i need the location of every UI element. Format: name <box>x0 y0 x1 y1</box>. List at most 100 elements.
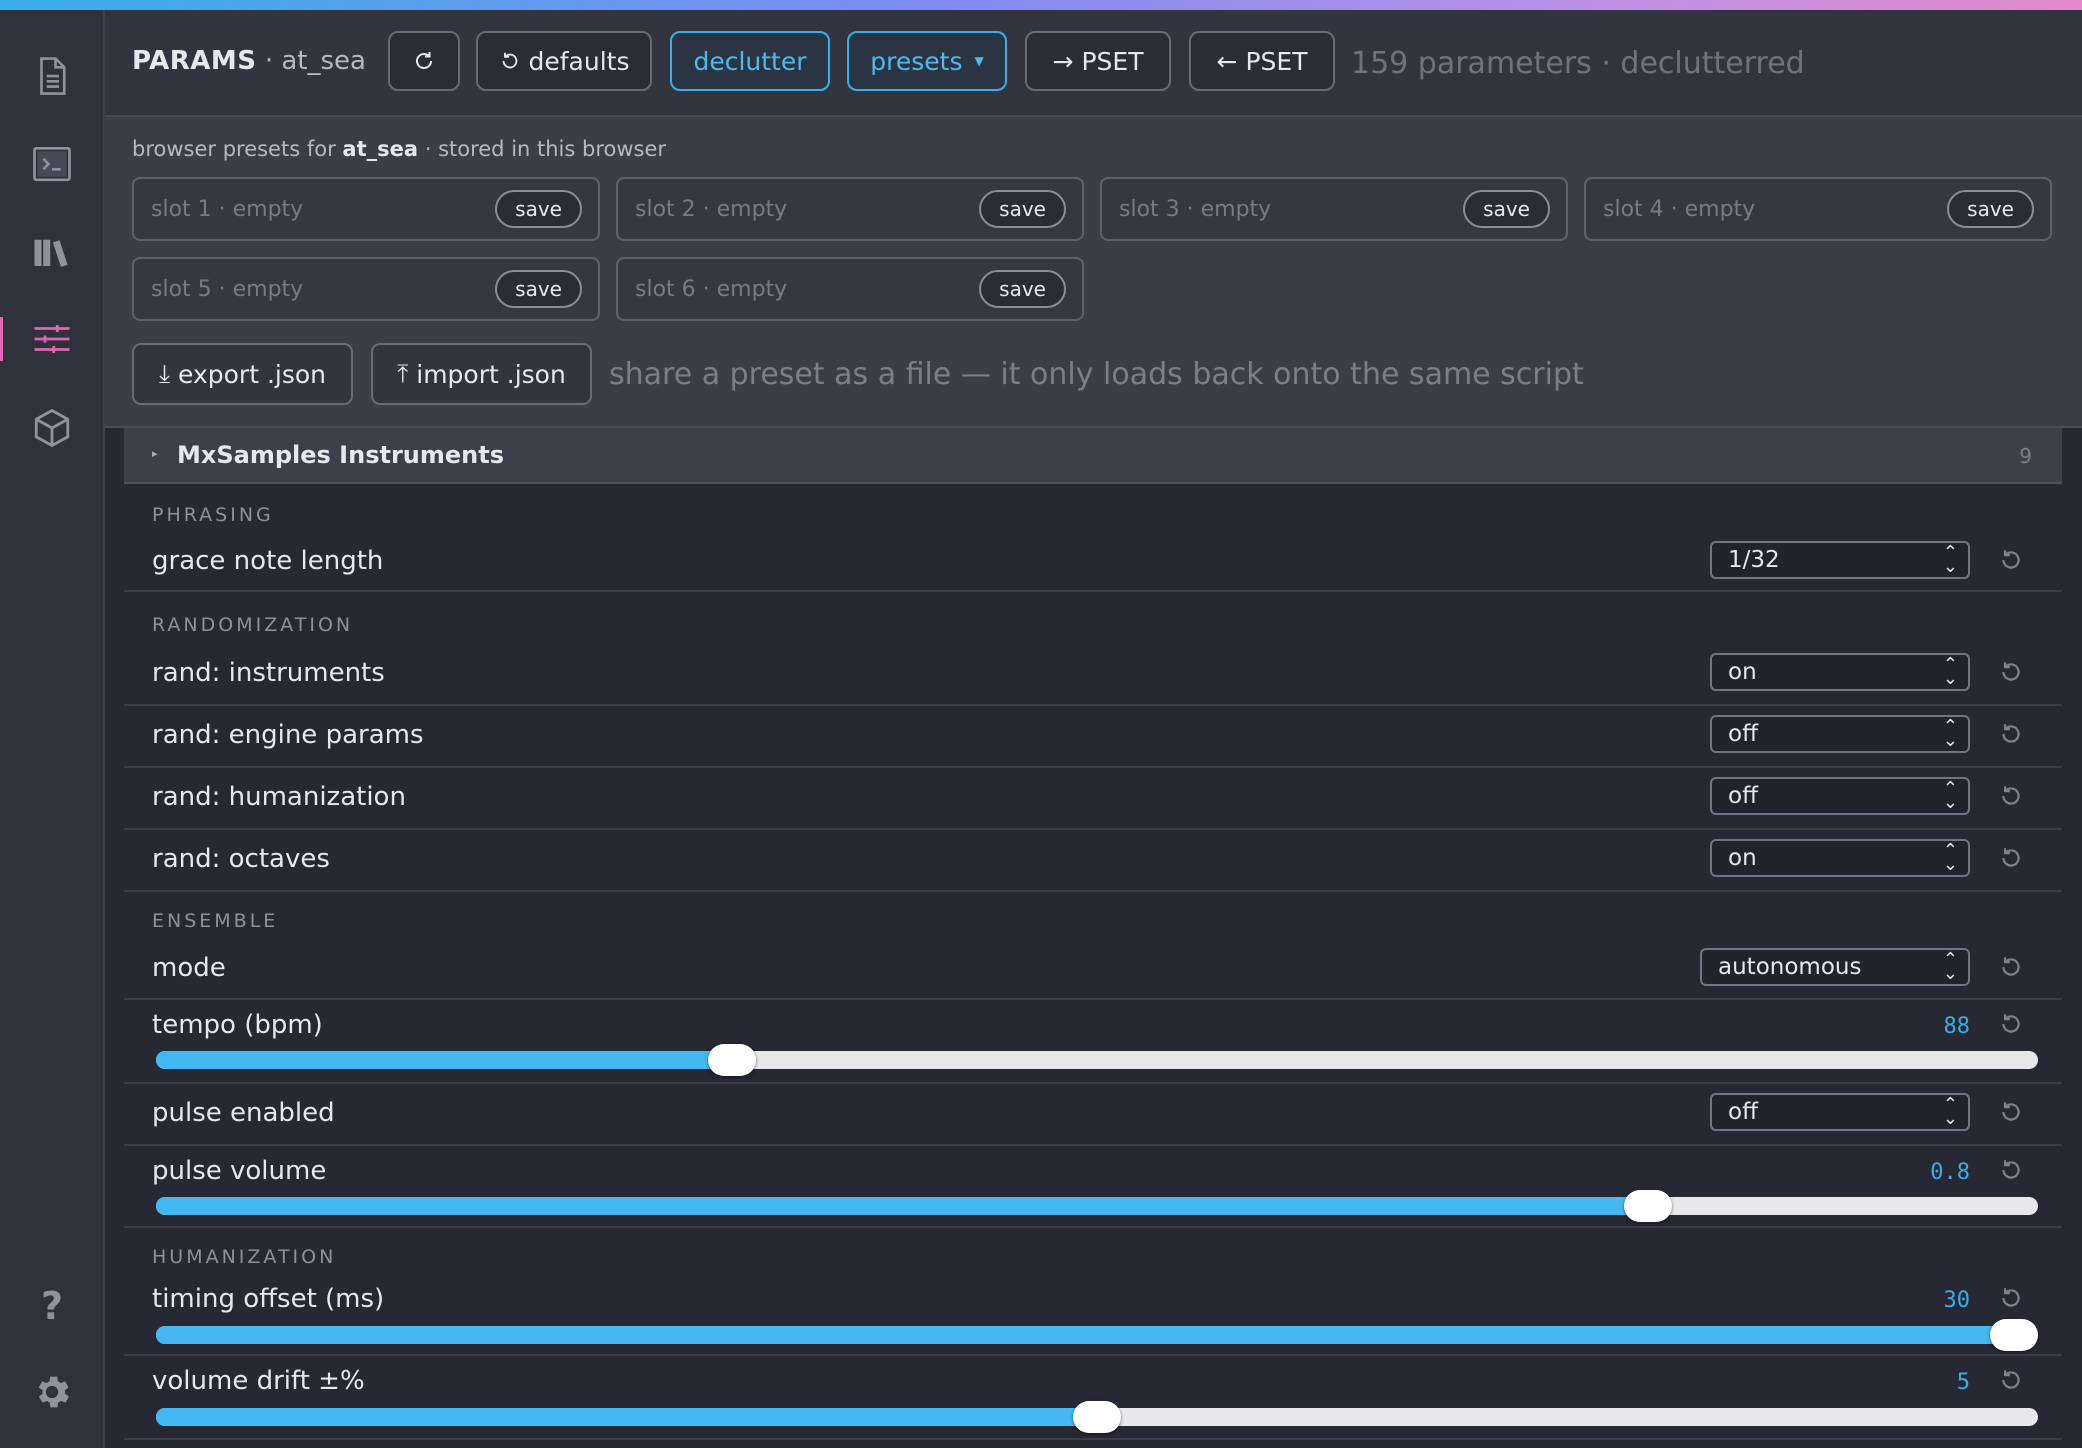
param-row-rand-instruments: rand: instruments on ⌃ ⌄ <box>124 644 2062 706</box>
reset-icon <box>502 52 517 69</box>
rand-humanization-select[interactable]: off ⌃ ⌄ <box>1710 777 1970 815</box>
slider-thumb[interactable] <box>1624 1190 1673 1222</box>
param-row-grace-note-length: grace note length 1/32 ⌃ ⌄ <box>124 534 2062 592</box>
section-count: 9 <box>2019 444 2032 468</box>
slot-save-button[interactable]: save <box>495 270 582 308</box>
arrow-left-icon: ← <box>1216 46 1238 76</box>
slot-save-button[interactable]: save <box>1947 190 2034 228</box>
cube-icon[interactable] <box>22 398 82 458</box>
select-chevron-icon: ⌃ ⌄ <box>1942 949 1958 984</box>
grace-note-length-select[interactable]: 1/32 ⌃ ⌄ <box>1710 541 1970 579</box>
from-pset-button[interactable]: ← PSET <box>1189 31 1335 91</box>
slider-fill <box>156 1197 1649 1215</box>
slot-save-button[interactable]: save <box>979 270 1066 308</box>
rand-instruments-select[interactable]: on ⌃ ⌄ <box>1710 653 1970 691</box>
defaults-button[interactable]: defaults <box>476 31 652 91</box>
refresh-icon <box>416 52 432 69</box>
preset-slot: slot 3 · empty save <box>1100 177 1568 241</box>
reset-icon[interactable] <box>1998 845 2024 871</box>
preset-slot: slot 4 · empty save <box>1584 177 2052 241</box>
parameter-count: 159 parameters · declutterred <box>1351 46 1805 81</box>
slider-fill <box>156 1051 732 1069</box>
reset-icon[interactable] <box>1998 1367 2024 1393</box>
library-icon[interactable] <box>22 222 82 282</box>
rand-octaves-select[interactable]: on ⌃ ⌄ <box>1710 839 1970 877</box>
select-chevron-icon: ⌃ ⌄ <box>1942 716 1958 751</box>
slider-thumb[interactable] <box>707 1044 756 1076</box>
script-name: at_sea <box>281 46 366 76</box>
reset-icon[interactable] <box>1998 954 2024 980</box>
reset-icon[interactable] <box>1998 547 2024 573</box>
section-header[interactable]: ▸ MxSamples Instruments 9 <box>124 428 2062 484</box>
select-chevron-icon: ⌃ ⌄ <box>1942 840 1958 875</box>
slider-thumb[interactable] <box>1073 1401 1121 1433</box>
pulse-enabled-select[interactable]: off ⌃ ⌄ <box>1710 1093 1970 1131</box>
param-row-rand-humanization: rand: humanization off ⌃ ⌄ <box>124 768 2062 830</box>
mode-select[interactable]: autonomous ⌃ ⌄ <box>1700 948 1970 986</box>
terminal-icon[interactable] <box>22 134 82 194</box>
presets-panel: browser presets for at_sea · stored in t… <box>105 117 2082 428</box>
param-row-tempo: tempo (bpm) 88 <box>124 1000 2062 1084</box>
header: PARAMS · at_sea defaults declutter prese… <box>105 10 2082 117</box>
group-label-humanization: HUMANIZATION <box>152 1246 337 1268</box>
group-label-ensemble: ENSEMBLE <box>152 910 279 932</box>
param-row-rand-engine-params: rand: engine params off ⌃ ⌄ <box>124 706 2062 768</box>
tempo-value: 88 <box>1943 1014 1971 1039</box>
slot-save-button[interactable]: save <box>1463 190 1550 228</box>
accent-strip <box>0 0 2082 10</box>
param-row-pulse-volume: pulse volume 0.8 <box>124 1146 2062 1228</box>
slider-thumb[interactable] <box>1990 1319 2038 1351</box>
preset-slot: slot 2 · empty save <box>616 177 1084 241</box>
declutter-button[interactable]: declutter <box>670 31 830 91</box>
presets-button[interactable]: presets ▼ <box>847 31 1007 91</box>
select-chevron-icon: ⌃ ⌄ <box>1942 542 1958 577</box>
sliders-icon[interactable] <box>0 309 82 369</box>
preset-slot: slot 5 · empty save <box>132 257 600 321</box>
reset-icon[interactable] <box>1998 1157 2024 1183</box>
param-row-mode: mode autonomous ⌃ ⌄ <box>124 940 2062 1000</box>
param-row-pulse-enabled: pulse enabled off ⌃ ⌄ <box>124 1084 2062 1146</box>
slot-save-button[interactable]: save <box>979 190 1066 228</box>
share-hint: share a preset as a file — it only loads… <box>609 357 1584 392</box>
chevron-right-icon: ▸ <box>152 447 158 460</box>
title-label: PARAMS <box>132 46 257 76</box>
timing-offset-value: 30 <box>1943 1288 1971 1313</box>
group-label-phrasing: PHRASING <box>152 504 274 526</box>
timing-offset-slider[interactable] <box>156 1319 2038 1351</box>
tempo-slider[interactable] <box>156 1044 2038 1076</box>
reset-icon[interactable] <box>1998 659 2024 685</box>
download-icon: ⤓ <box>158 359 171 388</box>
page-title: PARAMS · at_sea <box>132 46 366 76</box>
volume-drift-value: 5 <box>1956 1370 1970 1395</box>
gear-icon[interactable] <box>22 1362 82 1422</box>
reset-icon[interactable] <box>1998 783 2024 809</box>
slider-fill <box>156 1326 2038 1344</box>
preset-slot: slot 1 · empty save <box>132 177 600 241</box>
select-chevron-icon: ⌃ ⌄ <box>1942 778 1958 813</box>
reset-icon[interactable] <box>1998 1285 2024 1311</box>
to-pset-button[interactable]: → PSET <box>1025 31 1171 91</box>
document-icon[interactable] <box>22 46 82 106</box>
preset-slot: slot 6 · empty save <box>616 257 1084 321</box>
arrow-right-icon: → <box>1052 46 1074 76</box>
reset-icon[interactable] <box>1998 721 2024 747</box>
volume-drift-slider[interactable] <box>156 1401 2038 1433</box>
select-chevron-icon: ⌃ ⌄ <box>1942 1094 1958 1129</box>
slider-fill <box>156 1408 1097 1426</box>
param-row-timing-offset: timing offset (ms) 30 <box>124 1274 2062 1356</box>
reset-icon[interactable] <box>1998 1099 2024 1125</box>
upload-icon: ⤒ <box>397 359 409 388</box>
rand-engine-params-select[interactable]: off ⌃ ⌄ <box>1710 715 1970 753</box>
refresh-button[interactable] <box>388 31 460 91</box>
slot-save-button[interactable]: save <box>495 190 582 228</box>
group-label-randomization: RANDOMIZATION <box>152 614 354 636</box>
export-json-button[interactable]: ⤓ export .json <box>132 343 353 405</box>
select-chevron-icon: ⌃ ⌄ <box>1942 654 1958 689</box>
reset-icon[interactable] <box>1998 1011 2024 1037</box>
param-row-volume-drift: volume drift ±% 5 <box>124 1356 2062 1440</box>
pulse-volume-slider[interactable] <box>156 1190 2038 1222</box>
help-icon[interactable]: ? <box>22 1276 82 1336</box>
presets-caption: browser presets for at_sea · stored in t… <box>132 137 667 161</box>
import-json-button[interactable]: ⤒ import .json <box>371 343 592 405</box>
pulse-volume-value: 0.8 <box>1930 1160 1970 1185</box>
